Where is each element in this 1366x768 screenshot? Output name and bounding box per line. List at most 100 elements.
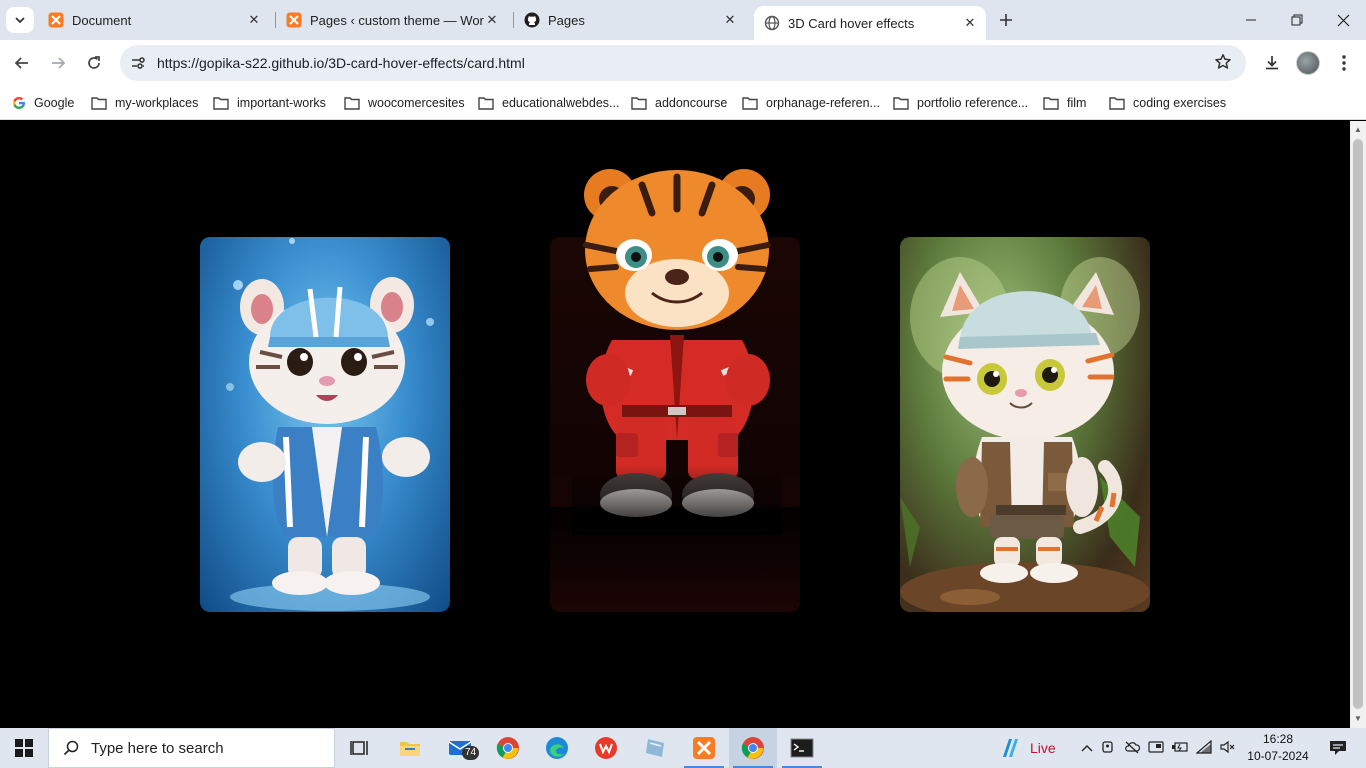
profile-avatar[interactable] xyxy=(1296,51,1320,75)
folder-icon xyxy=(213,97,229,110)
taskbar-notes-app[interactable] xyxy=(631,728,679,768)
volume-muted-icon[interactable] xyxy=(1216,740,1240,757)
task-view-button[interactable] xyxy=(336,728,384,768)
bookmark-label: important-works xyxy=(237,96,326,110)
url-text[interactable]: https://gopika-s22.github.io/3D-card-hov… xyxy=(157,55,525,71)
tab-title: Document xyxy=(72,12,132,28)
start-button[interactable] xyxy=(0,728,48,768)
close-tab-icon[interactable]: ✕ xyxy=(246,12,262,28)
new-tab-button[interactable] xyxy=(994,8,1018,32)
bookmark-label: educationalwebdes... xyxy=(502,96,620,110)
scroll-up-arrow[interactable]: ▲ xyxy=(1353,125,1363,135)
weather-widget[interactable]: Live xyxy=(1000,728,1056,768)
bookmark-folder-educationalwebdes[interactable]: educationalwebdes... xyxy=(478,92,619,114)
chevron-down-icon xyxy=(15,17,25,24)
minimize-button[interactable] xyxy=(1228,0,1274,40)
bookmark-label: film xyxy=(1067,96,1087,110)
page-content xyxy=(0,121,1350,728)
folder-icon xyxy=(742,97,758,110)
meet-now-icon[interactable] xyxy=(1096,740,1120,757)
edge-icon xyxy=(546,737,568,759)
restore-button[interactable] xyxy=(1274,0,1320,40)
close-tab-icon[interactable]: ✕ xyxy=(484,12,500,28)
taskbar-xampp[interactable] xyxy=(680,728,728,768)
forward-button[interactable] xyxy=(44,49,72,77)
scroll-down-arrow[interactable]: ▼ xyxy=(1353,714,1363,724)
bookmarks-bar: Google my-workplaces important-works woo… xyxy=(0,86,1366,120)
close-tab-icon[interactable]: ✕ xyxy=(962,15,978,31)
taskbar-terminal[interactable] xyxy=(778,728,826,768)
wps-office-icon xyxy=(595,737,617,759)
close-tab-icon[interactable]: ✕ xyxy=(722,12,738,28)
xampp-icon xyxy=(693,737,715,759)
tab-wordpress-pages[interactable]: Pages ‹ custom theme — WordPress ✕ xyxy=(278,0,506,40)
onedrive-offline-icon[interactable] xyxy=(1120,740,1144,757)
plus-icon xyxy=(1000,14,1012,26)
search-icon xyxy=(63,740,79,756)
address-bar[interactable]: https://gopika-s22.github.io/3D-card-hov… xyxy=(120,45,1246,81)
tab-3d-card-hover-effects[interactable]: 3D Card hover effects ✕ xyxy=(754,6,986,40)
wifi-icon[interactable] xyxy=(1192,739,1216,757)
google-icon xyxy=(13,97,25,109)
weather-label: Live xyxy=(1030,740,1056,756)
reload-icon xyxy=(88,56,100,69)
taskbar-file-explorer[interactable] xyxy=(386,728,434,768)
downloads-button[interactable] xyxy=(1258,49,1286,77)
mail-badge: 74 xyxy=(462,746,480,760)
taskbar-edge[interactable] xyxy=(533,728,581,768)
page-scrollbar[interactable]: ▲ ▼ xyxy=(1350,121,1366,728)
notification-center-button[interactable] xyxy=(1314,728,1362,768)
card-blue-tiger[interactable] xyxy=(200,237,450,612)
bookmark-folder-woocomercesites[interactable]: woocomercesites xyxy=(344,92,465,114)
scroll-thumb[interactable] xyxy=(1353,139,1363,709)
menu-button[interactable] xyxy=(1330,49,1358,77)
tab-title: Pages ‹ custom theme — WordPress xyxy=(310,12,484,28)
back-button[interactable] xyxy=(8,49,36,77)
chrome-icon xyxy=(741,737,764,759)
bookmark-folder-orphanage-reference[interactable]: orphanage-referen... xyxy=(742,92,880,114)
taskbar-chrome-active[interactable] xyxy=(729,728,777,768)
taskbar-search-box[interactable]: Type here to search xyxy=(48,728,335,768)
close-window-button[interactable] xyxy=(1320,0,1366,40)
folder-icon xyxy=(893,97,909,110)
tab-document[interactable]: Document ✕ xyxy=(40,0,268,40)
xampp-icon xyxy=(286,12,302,28)
tiger-cub-illustration xyxy=(226,238,434,611)
reload-button[interactable] xyxy=(80,49,108,77)
windows-taskbar: Type here to search 74 Live 16:28 10-07-… xyxy=(0,728,1366,768)
kitten-illustration xyxy=(900,257,1150,612)
bookmark-label: Google xyxy=(34,96,75,110)
taskbar-clock[interactable]: 16:28 10-07-2024 xyxy=(1246,731,1310,765)
taskbar-wps-office[interactable] xyxy=(582,728,630,768)
task-view-icon xyxy=(350,741,368,755)
browser-toolbar: https://gopika-s22.github.io/3D-card-hov… xyxy=(0,40,1366,86)
tab-title: Pages xyxy=(548,12,585,28)
xampp-icon xyxy=(48,12,64,28)
bookmark-folder-coding-exercises[interactable]: coding exercises xyxy=(1109,92,1226,114)
bookmark-label: addoncourse xyxy=(655,96,728,110)
bookmark-folder-addoncourse[interactable]: addoncourse xyxy=(631,92,727,114)
bookmark-folder-film[interactable]: film xyxy=(1043,92,1086,114)
orange-tiger-illustration xyxy=(572,169,782,535)
terminal-icon xyxy=(790,738,814,758)
chevron-up-icon[interactable] xyxy=(1078,741,1096,755)
tab-github-pages[interactable]: Pages ✕ xyxy=(516,0,744,40)
battery-icon[interactable] xyxy=(1168,741,1192,756)
taskbar-mail[interactable]: 74 xyxy=(436,728,484,768)
bookmark-star-icon[interactable] xyxy=(1214,53,1232,76)
folder-icon xyxy=(344,97,360,110)
site-info-icon[interactable] xyxy=(128,53,148,73)
tab-title: 3D Card hover effects xyxy=(788,15,915,31)
tab-search-button[interactable] xyxy=(6,7,34,33)
card-forest-kitten[interactable] xyxy=(900,237,1150,612)
close-icon xyxy=(1337,14,1349,26)
bookmark-folder-important-works[interactable]: important-works xyxy=(213,92,326,114)
minimize-icon xyxy=(1246,19,1256,21)
bookmark-google[interactable]: Google xyxy=(12,92,74,114)
cricket-live-icon xyxy=(1003,739,1018,757)
bookmark-folder-my-workplaces[interactable]: my-workplaces xyxy=(91,92,198,114)
screen-capture-icon[interactable] xyxy=(1144,740,1168,757)
tab-strip: Document ✕ Pages ‹ custom theme — WordPr… xyxy=(0,0,1366,40)
bookmark-folder-portfolio-reference[interactable]: portfolio reference... xyxy=(893,92,1028,114)
taskbar-chrome[interactable] xyxy=(484,728,532,768)
